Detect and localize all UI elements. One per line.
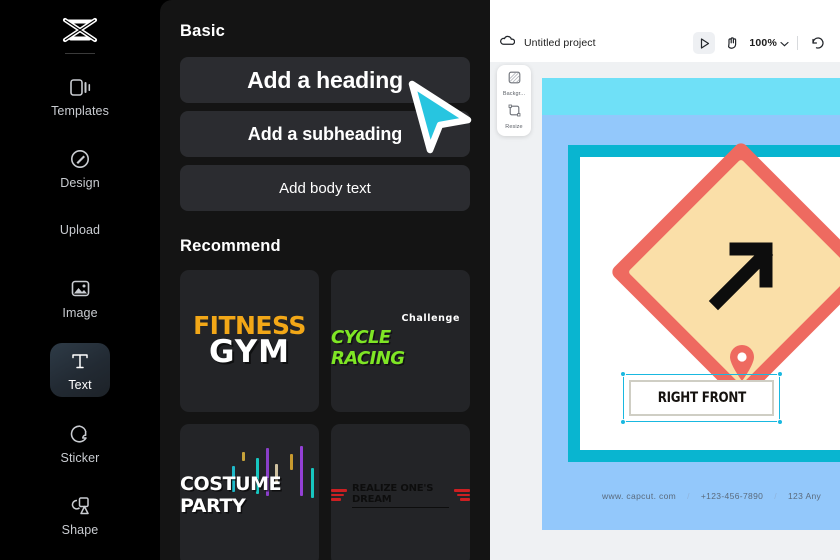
toolbar-divider [797,36,798,50]
sidebar-item-templates[interactable]: Templates [50,68,110,122]
handle-top-right[interactable] [777,371,783,377]
footer-website: www. capcut. com [602,491,677,501]
mini-tool-label: Resize [505,124,523,130]
design-artboard[interactable]: RIGHT FRONT www. capcut. com / +123-456- [542,78,840,530]
handle-bottom-right[interactable] [777,419,783,425]
design-brush-icon [68,146,92,172]
template-card-cycle-racing[interactable]: Challenge CYCLE RACING [331,270,470,412]
zoom-level: 100% [749,37,777,49]
sidebar-label: Shape [61,522,99,537]
template-line-2: GYM [208,334,291,371]
project-name[interactable]: Untitled project [524,37,596,49]
sidebar-item-image[interactable]: Image [50,270,110,324]
add-body-text-button[interactable]: Add body text [180,165,470,211]
right-front-textbox[interactable]: RIGHT FRONT [629,380,774,416]
cursor-select-icon[interactable] [693,32,716,54]
sidebar-item-design[interactable]: Design [50,140,110,194]
sidebar-label: Image [62,305,98,320]
resize-frame-icon [508,104,521,122]
text-t-icon [69,348,91,374]
template-line-2: CYCLE RACING [331,327,405,369]
chevron-down-icon [780,34,789,52]
sticker-icon [69,421,91,447]
arrow-up-right-icon [698,229,784,315]
toolbar-left-group: Untitled project [500,34,685,52]
templates-icon [68,74,92,100]
capcut-logo-icon[interactable] [52,12,108,47]
footer-address: 123 Any [787,491,822,501]
mini-tool-label: Backgr... [502,91,526,97]
section-title-basic: Basic [180,22,226,40]
sidebar-label: Templates [51,103,109,118]
sidebar-item-upload[interactable]: Upload [50,213,110,248]
zoom-control[interactable]: 100% [749,34,789,52]
sidebar-label: Design [60,175,100,190]
sidebar-item-shape[interactable]: Shape [50,488,110,542]
sidebar-label: Upload [59,223,101,238]
add-subheading-button[interactable]: Add a subheading [180,111,470,157]
artboard-white-area: RIGHT FRONT [580,140,840,450]
canvas-mini-toolbar: Backgr... Resize [497,65,531,136]
wing-left-icon [331,489,347,501]
confetti-decoration [242,452,245,461]
resize-button[interactable]: Resize [498,104,530,130]
recommend-template-grid: FITNESS GYM Challenge CYCLE RACING COSTU… [180,270,470,560]
rail-divider [65,53,95,55]
cloud-save-icon[interactable] [500,34,516,52]
template-card-realize-dream[interactable]: REALIZE ONE'S DREAM [331,424,470,560]
capcut-editor-window: Templates Design Upload Image Text Stick… [0,0,840,560]
wing-right-icon [454,489,470,501]
section-title-recommend: Recommend [180,237,281,255]
handle-top-left[interactable] [620,371,626,377]
basic-text-options: Add a heading Add a subheading Add body … [180,57,470,211]
confetti-decoration [290,454,293,470]
template-card-fitness-gym[interactable]: FITNESS GYM [180,270,319,412]
canvas-stage[interactable]: Backgr... Resize RIGHT FRONT www. capcut… [490,62,840,560]
toolbar-right-group: 100% [693,32,828,54]
footer-sep: / [774,491,777,501]
handle-bottom-left[interactable] [620,419,626,425]
undo-icon[interactable] [806,32,828,54]
left-nav-rail: Templates Design Upload Image Text Stick… [0,0,160,560]
sidebar-item-sticker[interactable]: Sticker [50,415,110,469]
editor-toolbar: Untitled project 100% [490,24,840,62]
artboard-teal-frame: RIGHT FRONT [568,140,840,462]
artboard-footer: www. capcut. com / +123-456-7890 / 123 A… [568,462,840,530]
footer-sep: / [687,491,690,501]
editor-workspace: Untitled project 100% Backgr... Resize R… [490,0,840,560]
template-line-1: REALIZE ONE'S DREAM [352,483,449,508]
map-pin-marker [726,343,758,383]
add-heading-button[interactable]: Add a heading [180,57,470,103]
template-line-1: COSTUME PARTY [180,473,282,517]
shape-icon [68,493,92,519]
template-card-costume-party[interactable]: COSTUME PARTY [180,424,319,560]
sidebar-item-text[interactable]: Text [50,342,110,398]
hand-pan-icon[interactable] [721,32,743,54]
textbox-value: RIGHT FRONT [657,390,746,406]
diagonal-arrow-sign[interactable] [609,140,840,404]
sidebar-label: Text [68,378,92,393]
background-checker-icon [508,71,521,89]
image-icon [69,276,92,302]
background-button[interactable]: Backgr... [498,71,530,97]
footer-phone: +123-456-7890 [700,491,764,501]
sidebar-label: Sticker [60,450,100,465]
text-tool-panel: Basic Add a heading Add a subheading Add… [160,0,490,560]
template-line-1: Challenge [401,313,460,324]
